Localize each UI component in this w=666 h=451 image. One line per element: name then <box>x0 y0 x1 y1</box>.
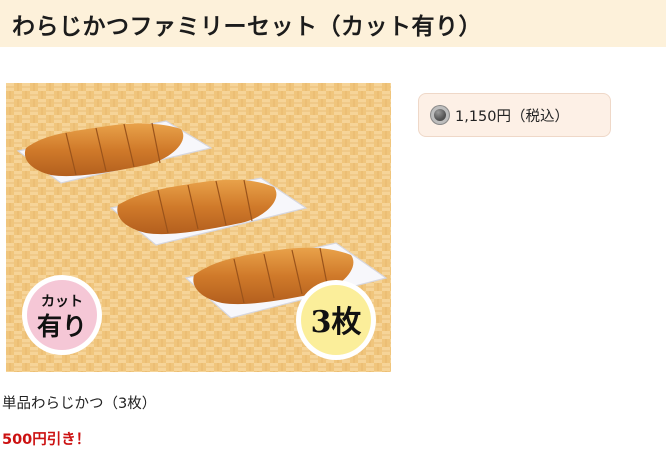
product-image: カット 有り 3枚 <box>6 83 391 372</box>
radio-button-icon[interactable] <box>431 106 449 124</box>
page-title: わらじかつファミリーセット（カット有り） <box>12 13 482 40</box>
discount-label: 500円引き！ <box>2 432 91 448</box>
count-badge: 3枚 <box>296 280 376 360</box>
price-label: 1,150円（税込） <box>455 108 570 125</box>
cut-badge: カット 有り <box>22 275 102 355</box>
title-bar: わらじかつファミリーセット（カット有り） <box>0 0 666 47</box>
product-description: 単品わらじかつ（3枚） <box>2 396 157 412</box>
cut-badge-line2: 有り <box>37 312 87 341</box>
count-badge-text: 3枚 <box>311 305 362 340</box>
cut-badge-line1: カット <box>41 294 83 310</box>
price-option[interactable]: 1,150円（税込） <box>418 93 611 137</box>
